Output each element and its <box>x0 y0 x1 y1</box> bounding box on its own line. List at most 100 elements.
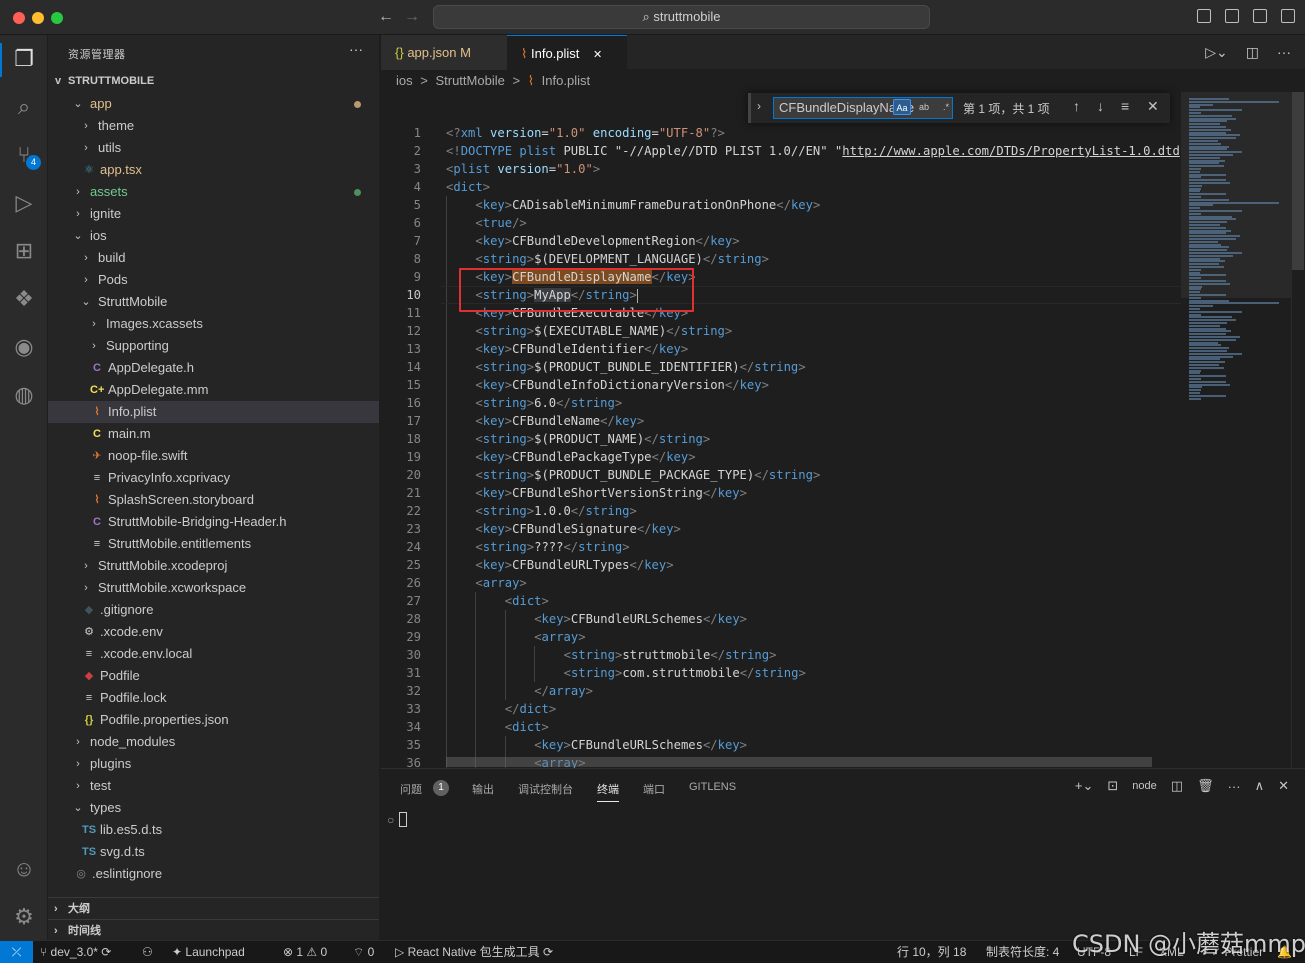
minimap[interactable] <box>1181 92 1291 768</box>
remote-indicator-icon[interactable]: ⤫ <box>0 941 33 963</box>
code-line[interactable]: 20 <string>$(PRODUCT_BUNDLE_PACKAGE_TYPE)… <box>381 466 1181 484</box>
back-arrow-icon[interactable]: ← <box>378 8 394 26</box>
tree-item[interactable]: › theme <box>48 115 379 137</box>
code-line[interactable]: 33 </dict> <box>381 700 1181 718</box>
code-line[interactable]: 23 <key>CFBundleSignature</key> <box>381 520 1181 538</box>
breadcrumb-item[interactable]: StruttMobile <box>435 73 504 88</box>
tree-item[interactable]: ≡ .xcode.env.local <box>48 643 379 665</box>
tree-item[interactable]: › Pods <box>48 269 379 291</box>
tree-item[interactable]: {} Podfile.properties.json <box>48 709 379 731</box>
code-line[interactable]: 2 <!DOCTYPE plist PUBLIC "-//Apple//DTD P… <box>381 142 1181 160</box>
tree-item[interactable]: Cmain.m <box>48 423 379 445</box>
run-debug-icon[interactable]: ▷ <box>10 189 38 217</box>
code-line[interactable]: 16 <string>6.0</string> <box>381 394 1181 412</box>
code-line[interactable]: 18 <string>$(PRODUCT_NAME)</string> <box>381 430 1181 448</box>
timeline-section[interactable]: › 时间线 <box>48 919 379 941</box>
toggle-replace-icon[interactable]: › <box>757 99 761 113</box>
tree-item[interactable]: › assets <box>48 181 379 203</box>
tab-output[interactable]: 输出 <box>472 781 494 797</box>
tab-terminal[interactable]: 终端 <box>597 781 619 802</box>
more-actions-icon[interactable]: ··· <box>1277 44 1291 61</box>
tree-item[interactable]: › StruttMobile.xcworkspace <box>48 577 379 599</box>
tree-item[interactable]: ◎ .eslintignore <box>48 863 379 885</box>
code-line[interactable]: 25 <key>CFBundleURLTypes</key> <box>381 556 1181 574</box>
find-in-selection-icon[interactable]: ≡ <box>1121 98 1129 114</box>
code-editor[interactable]: 1 <?xml version="1.0" encoding="UTF-8"?> 2… <box>381 92 1181 768</box>
toggle-panel-icon[interactable] <box>1225 9 1239 23</box>
tree-item[interactable]: ≡ PrivacyInfo.xcprivacy <box>48 467 379 489</box>
extensions-icon[interactable]: ⊞ <box>10 237 38 265</box>
code-line[interactable]: 28 <key>CFBundleURLSchemes</key> <box>381 610 1181 628</box>
code-line[interactable]: 26 <array> <box>381 574 1181 592</box>
indentation[interactable]: 制表符长度: 4 <box>986 941 1059 963</box>
tab-debug-console[interactable]: 调试控制台 <box>518 781 573 797</box>
ports-status[interactable]: ⌔ 0 <box>353 941 374 963</box>
code-line[interactable]: 30 <string>struttmobile</string> <box>381 646 1181 664</box>
code-line[interactable]: 14 <string>$(PRODUCT_BUNDLE_IDENTIFIER)</… <box>381 358 1181 376</box>
tab-app-json[interactable]: {} app.json M <box>381 35 507 70</box>
tree-item[interactable]: › utils <box>48 137 379 159</box>
split-editor-icon[interactable]: ◫ <box>1246 44 1259 61</box>
code-line[interactable]: 31 <string>com.struttmobile</string> <box>381 664 1181 682</box>
split-terminal-icon[interactable]: ◫ <box>1171 778 1183 794</box>
tree-item[interactable]: › node_modules <box>48 731 379 753</box>
run-dropdown-icon[interactable]: ▷⌄ <box>1205 44 1228 61</box>
code-line[interactable]: 6 <true/> <box>381 214 1181 232</box>
tree-item[interactable]: ◆ .gitignore <box>48 599 379 621</box>
explorer-icon[interactable]: ❐ <box>10 45 38 73</box>
tree-item[interactable]: ◆ Podfile <box>48 665 379 687</box>
tree-item[interactable]: › Images.xcassets <box>48 313 379 335</box>
close-find-icon[interactable]: ✕ <box>1147 98 1159 115</box>
tree-item[interactable]: C StruttMobile-Bridging-Header.h <box>48 511 379 533</box>
code-line[interactable]: 13 <key>CFBundleIdentifier</key> <box>381 340 1181 358</box>
tree-item[interactable]: › StruttMobile.xcodeproj <box>48 555 379 577</box>
tree-item[interactable]: ⌄ ios <box>48 225 379 247</box>
close-panel-icon[interactable]: ✕ <box>1278 778 1289 794</box>
tab-info-plist[interactable]: ⌇ Info.plist ✕ <box>507 35 627 70</box>
code-line[interactable]: 8 <string>$(DEVELOPMENT_LANGUAGE)</string… <box>381 250 1181 268</box>
outline-section[interactable]: › 大纲 <box>48 897 379 919</box>
launchpad-status[interactable]: ✦ Launchpad <box>172 941 245 963</box>
code-line[interactable]: 17 <key>CFBundleName</key> <box>381 412 1181 430</box>
zoom-window-button[interactable] <box>51 12 63 24</box>
toggle-secondary-sidebar-icon[interactable] <box>1253 9 1267 23</box>
regex-toggle[interactable]: .* <box>937 99 955 115</box>
settings-gear-icon[interactable]: ⚙ <box>10 903 38 931</box>
code-line[interactable]: 24 <string>????</string> <box>381 538 1181 556</box>
code-line[interactable]: 27 <dict> <box>381 592 1181 610</box>
tab-problems[interactable]: 问题 <box>400 781 422 797</box>
cursor-position[interactable]: 行 10，列 18 <box>897 941 966 963</box>
breadcrumb-item[interactable]: ios <box>396 73 413 88</box>
trash-icon[interactable]: 🗑 <box>1197 778 1214 794</box>
tree-item[interactable]: ⌄ types <box>48 797 379 819</box>
tab-gitlens[interactable]: GITLENS <box>689 781 736 793</box>
whole-word-toggle[interactable]: ab <box>915 99 933 115</box>
tree-item[interactable]: › build <box>48 247 379 269</box>
terminal-shell-label[interactable]: node <box>1132 780 1156 792</box>
tab-ports[interactable]: 端口 <box>643 781 665 797</box>
code-line[interactable]: 35 <key>CFBundleURLSchemes</key> <box>381 736 1181 754</box>
tree-item[interactable]: ≡ StruttMobile.entitlements <box>48 533 379 555</box>
account-icon[interactable]: ☺ <box>10 855 38 883</box>
code-line[interactable]: 19 <key>CFBundlePackageType</key> <box>381 448 1181 466</box>
git-branch[interactable]: ⑂ dev_3.0* ⟳ <box>40 941 111 963</box>
tree-item[interactable]: ⌇ Info.plist <box>48 401 379 423</box>
previous-match-icon[interactable]: ↑ <box>1073 98 1080 114</box>
gitlens-status-icon[interactable]: ⚇ <box>142 941 153 963</box>
code-line[interactable]: 32 </array> <box>381 682 1181 700</box>
more-actions-icon[interactable]: ··· <box>1228 779 1241 794</box>
tree-item[interactable]: ≡ Podfile.lock <box>48 687 379 709</box>
rn-packager-status[interactable]: ▷ React Native 包生成工具 ⟳ <box>395 941 553 963</box>
figma-icon[interactable]: ❖ <box>10 285 38 313</box>
tree-item[interactable]: C AppDelegate.h <box>48 357 379 379</box>
code-line[interactable]: 3 <plist version="1.0"> <box>381 160 1181 178</box>
tree-item[interactable]: › ignite <box>48 203 379 225</box>
terminal-cursor[interactable] <box>399 812 407 827</box>
tree-item[interactable]: ⌄ StruttMobile <box>48 291 379 313</box>
code-line[interactable]: 29 <array> <box>381 628 1181 646</box>
tree-item[interactable]: › Supporting <box>48 335 379 357</box>
code-line[interactable]: 21 <key>CFBundleShortVersionString</key> <box>381 484 1181 502</box>
close-window-button[interactable] <box>13 12 25 24</box>
code-line[interactable]: 34 <dict> <box>381 718 1181 736</box>
close-tab-icon[interactable]: ✕ <box>593 49 602 61</box>
